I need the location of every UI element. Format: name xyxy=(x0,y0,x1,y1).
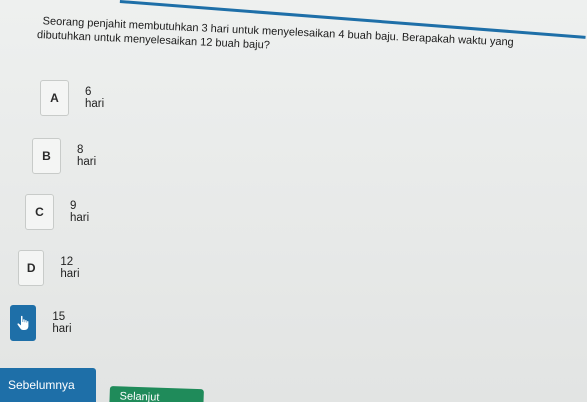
option-letter: D xyxy=(18,250,45,286)
option-e[interactable]: 15 hari xyxy=(10,305,79,341)
option-b[interactable]: B 8 hari xyxy=(32,138,101,174)
option-selected-marker xyxy=(10,305,37,341)
option-label: 9 hari xyxy=(69,200,90,224)
option-label: 12 hari xyxy=(60,256,80,280)
next-button[interactable]: Selanjut xyxy=(108,386,204,402)
option-letter: A xyxy=(40,80,69,116)
option-d[interactable]: D 12 hari xyxy=(18,250,87,286)
option-label: 8 hari xyxy=(76,144,97,168)
option-letter: C xyxy=(25,194,54,230)
option-letter: B xyxy=(32,138,61,174)
previous-button[interactable]: Sebelumnya xyxy=(0,368,96,402)
question-text: Seorang penjahit membutuhkan 3 hari untu… xyxy=(37,14,587,67)
option-c[interactable]: C 9 hari xyxy=(25,194,94,230)
quiz-page: Seorang penjahit membutuhkan 3 hari untu… xyxy=(0,0,587,402)
hand-pointer-icon xyxy=(16,315,30,331)
option-label: 15 hari xyxy=(52,311,72,335)
option-label: 6 hari xyxy=(84,86,105,110)
option-a[interactable]: A 6 hari xyxy=(40,80,109,116)
